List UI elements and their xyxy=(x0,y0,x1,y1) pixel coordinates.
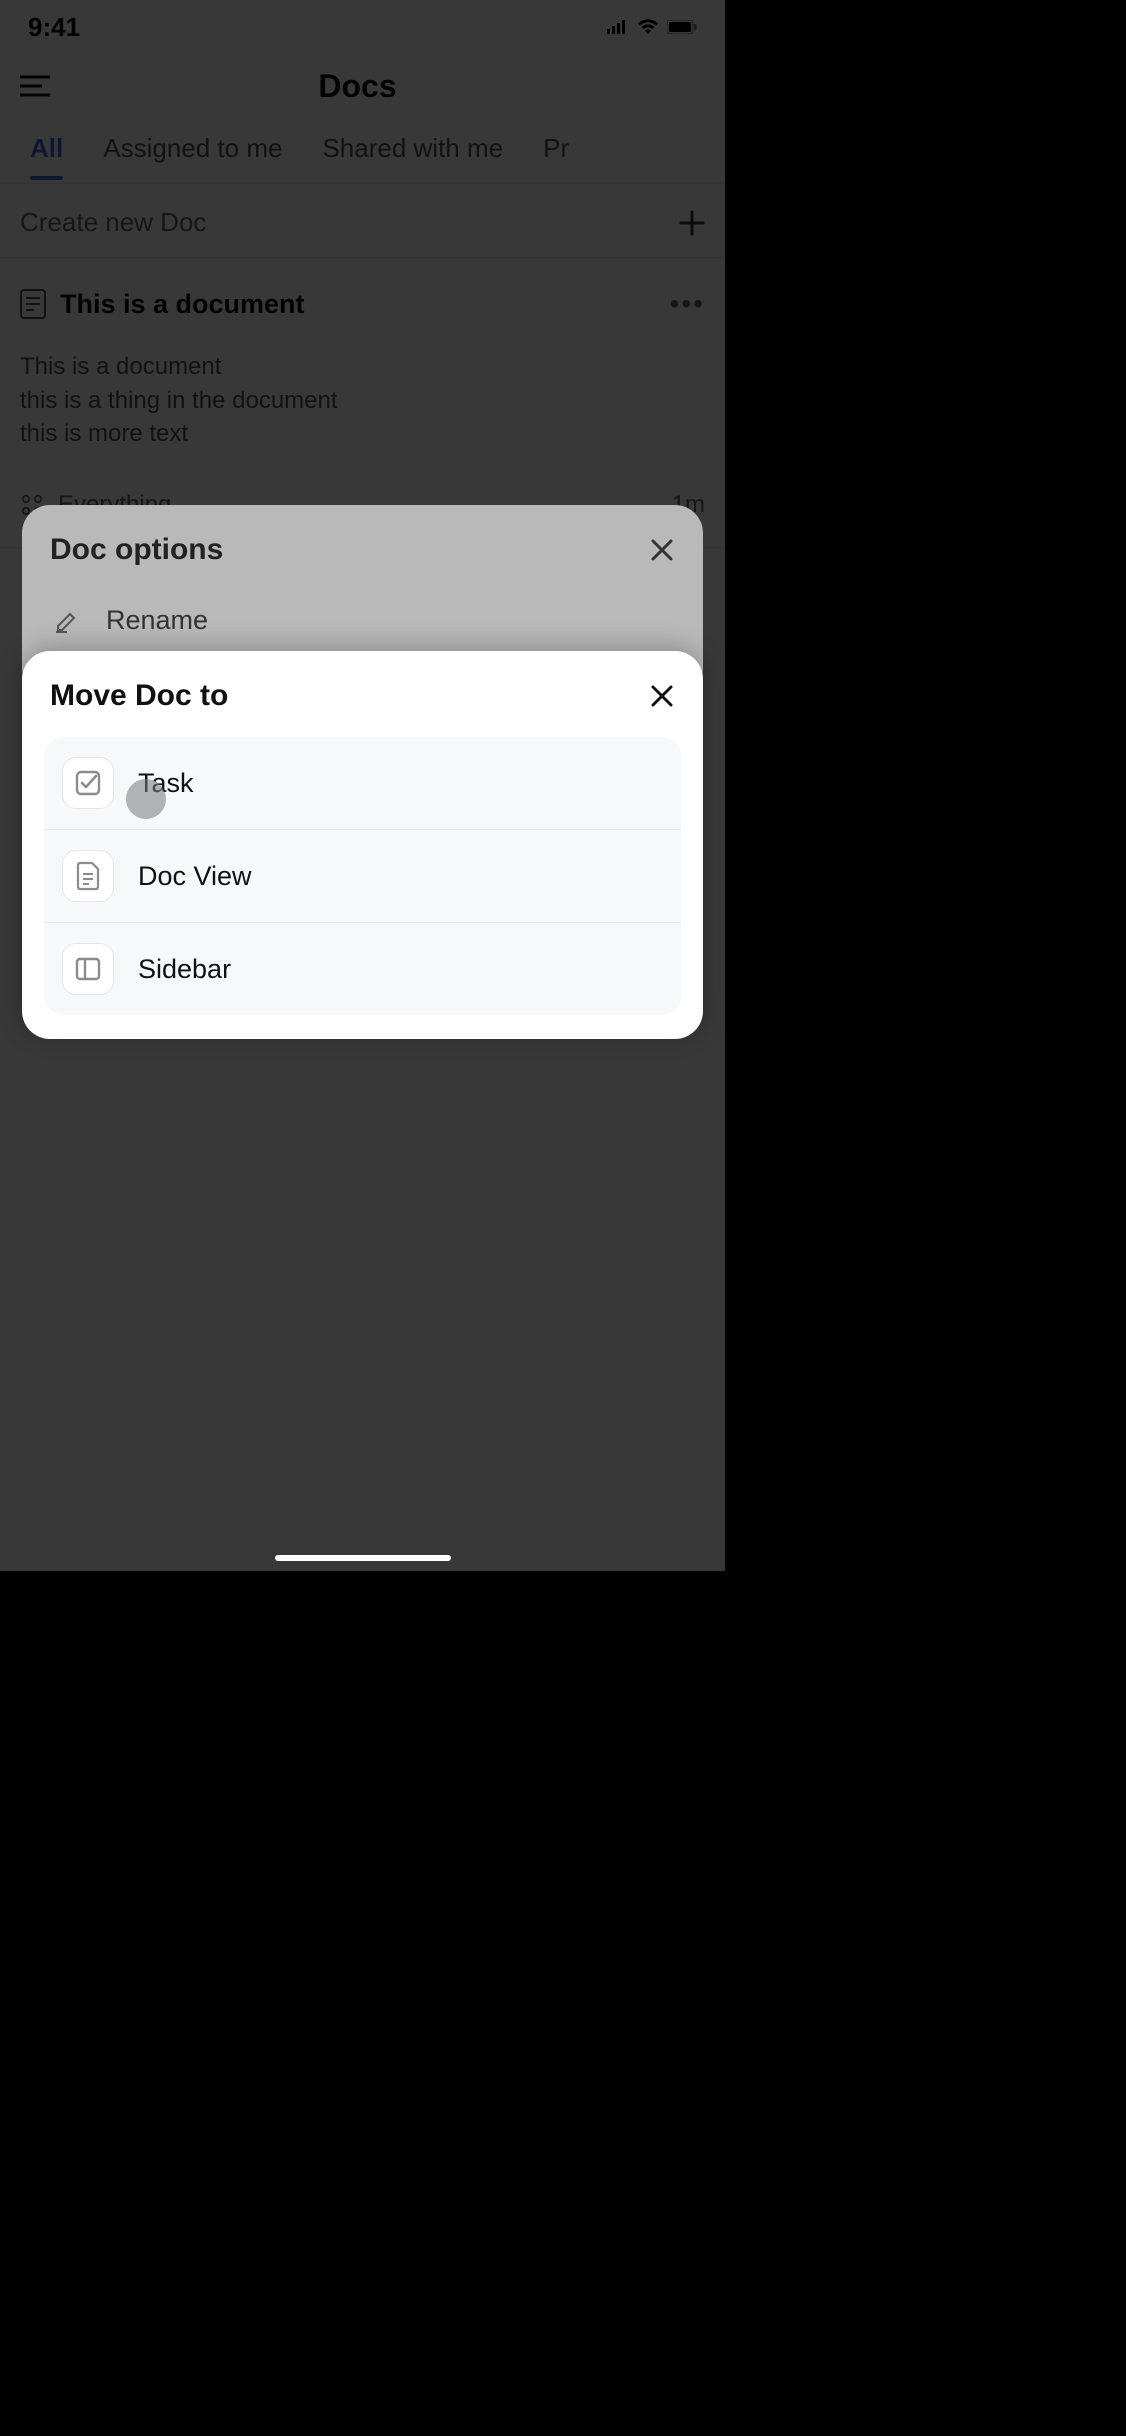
doc-view-icon xyxy=(62,850,114,902)
home-indicator xyxy=(275,1555,451,1561)
doc-option-label: Rename xyxy=(106,605,208,636)
move-option-sidebar[interactable]: Sidebar xyxy=(44,923,681,1015)
doc-options-title: Doc options xyxy=(50,533,223,567)
doc-option-rename[interactable]: Rename xyxy=(22,585,703,656)
move-option-doc-view[interactable]: Doc View xyxy=(44,830,681,923)
close-icon[interactable] xyxy=(649,537,675,563)
move-options-list: Task Doc View Sidebar xyxy=(44,737,681,1015)
pencil-icon xyxy=(52,608,82,634)
close-icon[interactable] xyxy=(649,683,675,709)
move-doc-title: Move Doc to xyxy=(50,679,228,713)
move-option-label: Sidebar xyxy=(138,954,231,985)
move-option-task[interactable]: Task xyxy=(44,737,681,830)
task-check-icon xyxy=(62,757,114,809)
touch-indicator xyxy=(126,779,166,819)
sidebar-panel-icon xyxy=(62,943,114,995)
move-doc-sheet: Move Doc to Task Doc View xyxy=(22,651,703,1039)
move-option-label: Doc View xyxy=(138,861,252,892)
